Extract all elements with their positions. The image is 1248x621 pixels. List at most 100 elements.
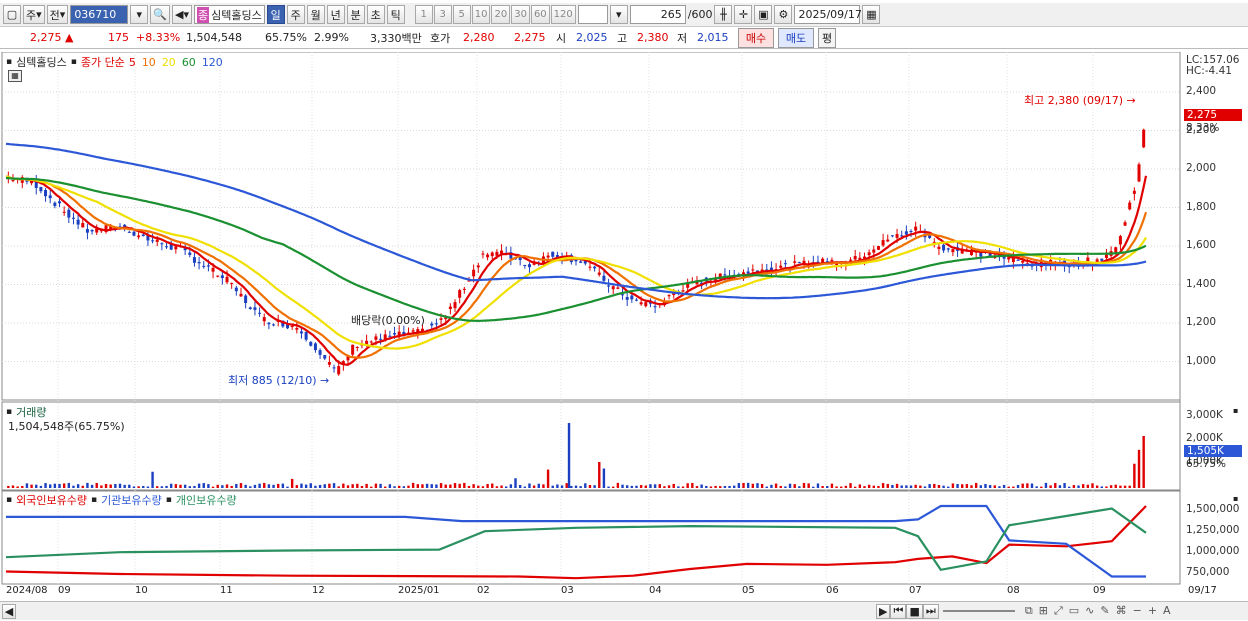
candle-body (1118, 236, 1122, 245)
volume-bar (891, 484, 894, 488)
volume-bar (537, 483, 540, 488)
candle-body (313, 343, 317, 351)
market-select[interactable]: 주 ▾ (23, 5, 45, 24)
box-icon[interactable]: ▭ (1069, 604, 1079, 618)
interval-tab[interactable]: 3 (433, 5, 452, 24)
scroll-left-icon[interactable]: ◀ (2, 603, 16, 619)
volume-bar (1119, 485, 1122, 488)
candle-body (867, 252, 871, 256)
sell-button[interactable]: 매도 (778, 28, 814, 48)
candle-body (630, 295, 634, 300)
period-tab[interactable]: 초 (366, 5, 385, 24)
scroll-right-icon[interactable]: ▶ (876, 603, 891, 619)
interval-tab[interactable]: 30 (511, 5, 530, 24)
candle-body (895, 234, 899, 238)
volume-bar (62, 483, 66, 488)
candle-body (262, 317, 266, 322)
stock-name-field[interactable]: 종 심텍홀딩스 (194, 5, 265, 24)
plus-icon[interactable]: + (1148, 604, 1157, 618)
volume-bar (900, 485, 903, 488)
period-tab[interactable]: 년 (326, 5, 345, 24)
close-panel-icon[interactable]: ▪ (1233, 406, 1238, 415)
period-tab[interactable]: 주 (286, 5, 305, 24)
amount: 3,330백만 (370, 31, 422, 45)
candle-body (928, 235, 932, 239)
dropdown-icon[interactable]: ▾ (130, 5, 149, 24)
axis-tick-label: 2,000K (1186, 432, 1223, 444)
volume-bar (128, 484, 131, 488)
period-tab[interactable]: 틱 (386, 5, 405, 24)
volume-bar (346, 485, 350, 488)
ma-legend-item: 20 (161, 55, 176, 69)
interval-tab[interactable]: 10 (471, 5, 491, 24)
settings-icon[interactable]: ⚙ (774, 5, 793, 24)
volume-bar (258, 483, 261, 488)
candle-body (546, 255, 550, 258)
volume-bar (393, 486, 396, 488)
interval-tab[interactable]: 20 (491, 5, 511, 24)
calendar-icon[interactable]: ▦ (862, 5, 881, 24)
time-tick-label: 05 (742, 585, 755, 596)
volume-bar (984, 483, 987, 488)
volume-bar (290, 478, 294, 488)
volume-bar (518, 485, 522, 488)
interval-tab[interactable]: 1 (414, 5, 433, 24)
close-panel-icon[interactable]: ▪ (1233, 494, 1238, 503)
count-input[interactable]: 265 (629, 5, 686, 24)
window-icon[interactable]: ⧉ (1025, 604, 1033, 618)
draw-icon[interactable]: ✎ (1100, 604, 1109, 618)
time-tick-label: 11 (220, 585, 233, 596)
speaker-icon[interactable]: ◀▾ (172, 5, 192, 24)
period-tab[interactable]: 일 (266, 5, 285, 24)
market-label: 주 (26, 8, 37, 22)
line-icon[interactable]: ∿ (1085, 604, 1094, 618)
candle-body (174, 246, 178, 250)
stock-chart[interactable] (0, 52, 1248, 602)
interval-dropdown-icon[interactable]: ▾ (609, 5, 628, 24)
candle-icon[interactable]: ╫ (714, 5, 733, 24)
grid-icon[interactable]: ▦ (8, 70, 22, 82)
volume-bar (30, 484, 33, 488)
avg-button[interactable]: 평 (818, 28, 836, 48)
save-icon[interactable]: ▣ (754, 5, 773, 24)
candle-body (67, 209, 71, 218)
interval-tab[interactable]: 60 (530, 5, 550, 24)
window-icon[interactable]: ▢ (3, 5, 21, 24)
magnet-icon[interactable]: ⌘ (1116, 604, 1127, 618)
stock-code-input[interactable]: 036710 (70, 5, 129, 24)
zoom-slider[interactable] (942, 610, 1015, 612)
volume-bar (453, 483, 457, 488)
volume-bar (914, 484, 917, 488)
candle-body (211, 267, 215, 272)
forward-icon[interactable]: ⏭ (922, 603, 939, 619)
volume-bar (546, 469, 550, 488)
stop-icon[interactable]: ■ (906, 603, 923, 619)
prev-button[interactable]: 전 ▾ (46, 5, 69, 24)
candle-body (11, 180, 15, 182)
trend-icon[interactable]: ⤢ (1054, 604, 1063, 618)
period-tab[interactable]: 분 (346, 5, 365, 24)
search-icon[interactable]: 🔍 (150, 5, 171, 24)
period-tab[interactable]: 월 (306, 5, 325, 24)
volume-bar (933, 483, 936, 488)
legend-individual: 개인보유수량 (175, 494, 237, 507)
candle-body (551, 251, 555, 257)
crosshair-icon[interactable]: ✛ (734, 5, 753, 24)
volume-bar (733, 485, 736, 488)
text-icon[interactable]: A (1163, 604, 1171, 618)
candle-body (90, 229, 94, 232)
volume-bar (700, 484, 703, 488)
interval-tab[interactable]: 120 (550, 5, 576, 24)
volume-bar (588, 485, 592, 488)
rewind-icon[interactable]: ⏮ (890, 603, 907, 619)
volume-bar (835, 486, 838, 488)
chart-scrollbar[interactable]: ◀ ▶ ⏮ ■ ⏭ ⧉ ⊞ ⤢ ▭ ∿ ✎ ⌘ − + A (0, 601, 1248, 620)
interval-custom-input[interactable] (577, 5, 608, 24)
volume-bar (677, 486, 680, 488)
layout-icon[interactable]: ⊞ (1039, 604, 1048, 618)
candle-body (58, 201, 62, 204)
buy-button[interactable]: 매수 (738, 28, 774, 48)
interval-tab[interactable]: 5 (452, 5, 471, 24)
minus-icon[interactable]: − (1133, 604, 1142, 618)
date-input[interactable]: 2025/09/17 (794, 5, 862, 24)
